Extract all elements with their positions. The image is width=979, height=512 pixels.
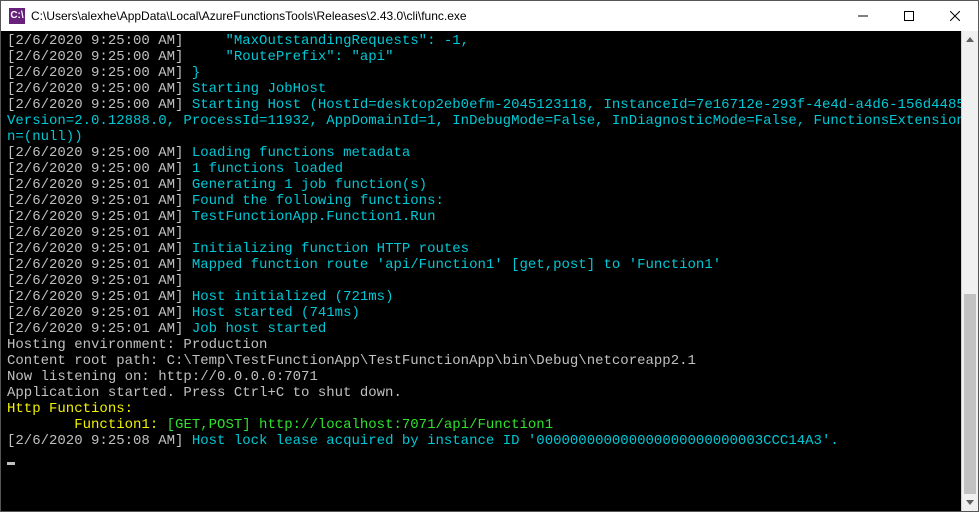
maximize-button[interactable] bbox=[886, 1, 932, 31]
terminal-text: Now listening on: http://0.0.0.0:7071 bbox=[7, 369, 318, 385]
timestamp: [2/6/2020 9:25:00 AM] bbox=[7, 33, 183, 49]
window-title: C:\Users\alexhe\AppData\Local\AzureFunct… bbox=[31, 9, 840, 23]
scrollbar-track[interactable] bbox=[962, 48, 978, 494]
terminal-text: "MaxOutstandingRequests": -1, bbox=[183, 33, 469, 49]
terminal-text: Version=2.0.12888.0, ProcessId=11932, Ap… bbox=[7, 113, 961, 129]
terminal-line: [2/6/2020 9:25:01 AM] Host started (741m… bbox=[7, 305, 957, 321]
terminal-area: [2/6/2020 9:25:00 AM] "MaxOutstandingReq… bbox=[1, 31, 978, 511]
terminal-text: Application started. Press Ctrl+C to shu… bbox=[7, 385, 402, 401]
cursor bbox=[7, 462, 15, 465]
timestamp: [2/6/2020 9:25:00 AM] bbox=[7, 49, 183, 65]
terminal-line: [2/6/2020 9:25:01 AM] bbox=[7, 225, 957, 241]
app-icon: C:\ bbox=[9, 8, 25, 24]
terminal-line: [2/6/2020 9:25:00 AM] 1 functions loaded bbox=[7, 161, 957, 177]
terminal-text: Host started (741ms) bbox=[183, 305, 359, 321]
terminal-text: 1 functions loaded bbox=[183, 161, 343, 177]
timestamp: [2/6/2020 9:25:01 AM] bbox=[7, 177, 183, 193]
timestamp: [2/6/2020 9:25:01 AM] bbox=[7, 193, 183, 209]
terminal-line: [2/6/2020 9:25:00 AM] Loading functions … bbox=[7, 145, 957, 161]
timestamp: [2/6/2020 9:25:01 AM] bbox=[7, 209, 183, 225]
timestamp: [2/6/2020 9:25:00 AM] bbox=[7, 65, 183, 81]
terminal-line: [2/6/2020 9:25:01 AM] Found the followin… bbox=[7, 193, 957, 209]
scroll-down-button[interactable] bbox=[962, 494, 978, 511]
timestamp: [2/6/2020 9:25:00 AM] bbox=[7, 145, 183, 161]
minimize-button[interactable] bbox=[840, 1, 886, 31]
terminal-line: [2/6/2020 9:25:01 AM] Host initialized (… bbox=[7, 289, 957, 305]
terminal-line: [2/6/2020 9:25:01 AM] Job host started bbox=[7, 321, 957, 337]
timestamp: [2/6/2020 9:25:01 AM] bbox=[7, 241, 183, 257]
terminal-line: [2/6/2020 9:25:01 AM] Mapped function ro… bbox=[7, 257, 957, 273]
terminal-text: Host initialized (721ms) bbox=[183, 289, 393, 305]
terminal-text: Function1: bbox=[7, 417, 167, 433]
terminal-line: Hosting environment: Production bbox=[7, 337, 957, 353]
terminal-line: Now listening on: http://0.0.0.0:7071 bbox=[7, 369, 957, 385]
timestamp: [2/6/2020 9:25:01 AM] bbox=[7, 289, 183, 305]
terminal-text: Generating 1 job function(s) bbox=[183, 177, 427, 193]
terminal-line: n=(null)) bbox=[7, 129, 957, 145]
timestamp: [2/6/2020 9:25:00 AM] bbox=[7, 81, 183, 97]
titlebar[interactable]: C:\ C:\Users\alexhe\AppData\Local\AzureF… bbox=[1, 1, 978, 31]
terminal-text: Content root path: C:\Temp\TestFunctionA… bbox=[7, 353, 696, 369]
terminal-line: [2/6/2020 9:25:00 AM] "RoutePrefix": "ap… bbox=[7, 49, 957, 65]
scrollbar-thumb[interactable] bbox=[964, 294, 976, 494]
timestamp: [2/6/2020 9:25:00 AM] bbox=[7, 97, 183, 113]
terminal-text: } bbox=[183, 65, 200, 81]
timestamp: [2/6/2020 9:25:01 AM] bbox=[7, 273, 183, 289]
terminal-line: [2/6/2020 9:25:00 AM] Starting JobHost bbox=[7, 81, 957, 97]
terminal-line: [2/6/2020 9:25:01 AM] TestFunctionApp.Fu… bbox=[7, 209, 957, 225]
vertical-scrollbar[interactable] bbox=[961, 31, 978, 511]
terminal-text: Starting Host (HostId=desktop2eb0efm-204… bbox=[183, 97, 961, 113]
console-window: C:\ C:\Users\alexhe\AppData\Local\AzureF… bbox=[0, 0, 979, 512]
timestamp: [2/6/2020 9:25:01 AM] bbox=[7, 321, 183, 337]
terminal-line: Application started. Press Ctrl+C to shu… bbox=[7, 385, 957, 401]
terminal-text: Loading functions metadata bbox=[183, 145, 410, 161]
terminal-text: Job host started bbox=[183, 321, 326, 337]
timestamp: [2/6/2020 9:25:00 AM] bbox=[7, 161, 183, 177]
terminal-line: Function1: [GET,POST] http://localhost:7… bbox=[7, 417, 957, 433]
terminal-text: Initializing function HTTP routes bbox=[183, 241, 469, 257]
terminal-text: Host lock lease acquired by instance ID … bbox=[183, 433, 838, 449]
terminal-text: Found the following functions: bbox=[183, 193, 443, 209]
terminal-line: [2/6/2020 9:25:08 AM] Host lock lease ac… bbox=[7, 433, 957, 449]
terminal-line: [2/6/2020 9:25:01 AM] Generating 1 job f… bbox=[7, 177, 957, 193]
terminal-line: [2/6/2020 9:25:00 AM] } bbox=[7, 65, 957, 81]
cursor-line bbox=[7, 449, 957, 465]
timestamp: [2/6/2020 9:25:01 AM] bbox=[7, 257, 183, 273]
terminal-output[interactable]: [2/6/2020 9:25:00 AM] "MaxOutstandingReq… bbox=[1, 31, 961, 511]
terminal-line: [2/6/2020 9:25:01 AM] bbox=[7, 273, 957, 289]
terminal-text: Mapped function route 'api/Function1' [g… bbox=[183, 257, 721, 273]
close-button[interactable] bbox=[932, 1, 978, 31]
timestamp: [2/6/2020 9:25:01 AM] bbox=[7, 305, 183, 321]
terminal-line: Http Functions: bbox=[7, 401, 957, 417]
terminal-text: Starting JobHost bbox=[183, 81, 326, 97]
timestamp: [2/6/2020 9:25:08 AM] bbox=[7, 433, 183, 449]
terminal-text: [GET,POST] http://localhost:7071/api/Fun… bbox=[167, 417, 553, 433]
window-controls bbox=[840, 1, 978, 31]
terminal-text: Http Functions: bbox=[7, 401, 133, 417]
timestamp: [2/6/2020 9:25:01 AM] bbox=[7, 225, 183, 241]
terminal-line: [2/6/2020 9:25:01 AM] Initializing funct… bbox=[7, 241, 957, 257]
terminal-text: TestFunctionApp.Function1.Run bbox=[183, 209, 435, 225]
terminal-line: [2/6/2020 9:25:00 AM] "MaxOutstandingReq… bbox=[7, 33, 957, 49]
terminal-line: [2/6/2020 9:25:00 AM] Starting Host (Hos… bbox=[7, 97, 957, 113]
terminal-line: Content root path: C:\Temp\TestFunctionA… bbox=[7, 353, 957, 369]
terminal-text: n=(null)) bbox=[7, 129, 83, 145]
terminal-text: "RoutePrefix": "api" bbox=[183, 49, 393, 65]
terminal-text: Hosting environment: Production bbox=[7, 337, 267, 353]
terminal-line: Version=2.0.12888.0, ProcessId=11932, Ap… bbox=[7, 113, 957, 129]
scroll-up-button[interactable] bbox=[962, 31, 978, 48]
